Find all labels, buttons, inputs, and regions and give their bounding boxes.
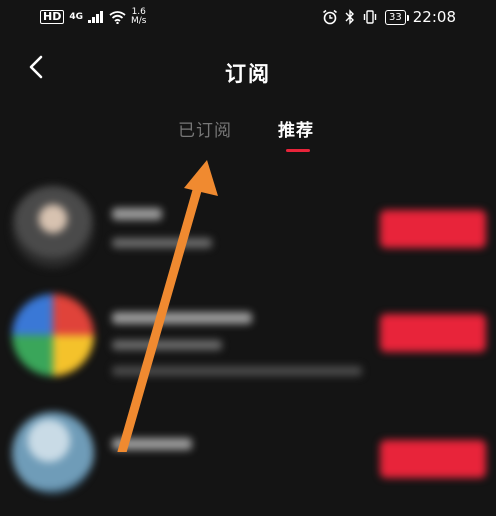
item-meta-placeholder [112, 340, 222, 350]
item-meta-placeholder [112, 238, 212, 248]
list-item[interactable] [0, 292, 496, 404]
alarm-icon [323, 9, 338, 25]
item-name-placeholder [112, 312, 252, 324]
status-bar: HD 4G 1.6 M/s 33 22:08 [0, 0, 496, 34]
network-speed-unit: M/s [131, 16, 147, 26]
tab-subscribed[interactable]: 已订阅 [178, 116, 232, 141]
signal-icon [88, 11, 103, 23]
avatar [12, 186, 94, 268]
clock: 22:08 [412, 8, 456, 26]
tab-bar: 已订阅 推荐 [0, 116, 496, 156]
wifi-icon [109, 10, 126, 24]
item-name-placeholder [112, 438, 192, 450]
item-meta-placeholder [112, 366, 362, 376]
recommendation-list [0, 180, 496, 516]
page-title: 订阅 [225, 62, 271, 86]
bluetooth-icon [345, 9, 355, 25]
active-tab-indicator [286, 149, 310, 152]
item-name-placeholder [112, 208, 162, 220]
status-bar-right: 33 22:08 [322, 8, 456, 26]
network-type: 4G [69, 12, 83, 22]
subscribe-button[interactable] [380, 314, 486, 352]
battery-icon: 33 [385, 9, 409, 25]
status-bar-left: HD 4G 1.6 M/s [40, 8, 147, 26]
tab-recommended[interactable]: 推荐 [278, 116, 314, 141]
list-item[interactable] [0, 404, 496, 516]
vibrate-icon [363, 10, 377, 24]
list-item[interactable] [0, 180, 496, 292]
hd-indicator: HD [40, 10, 65, 24]
avatar [12, 294, 94, 376]
network-speed: 1.6 M/s [131, 8, 147, 26]
avatar [12, 412, 94, 494]
subscribe-button[interactable] [380, 440, 486, 478]
subscribe-button[interactable] [380, 210, 486, 248]
